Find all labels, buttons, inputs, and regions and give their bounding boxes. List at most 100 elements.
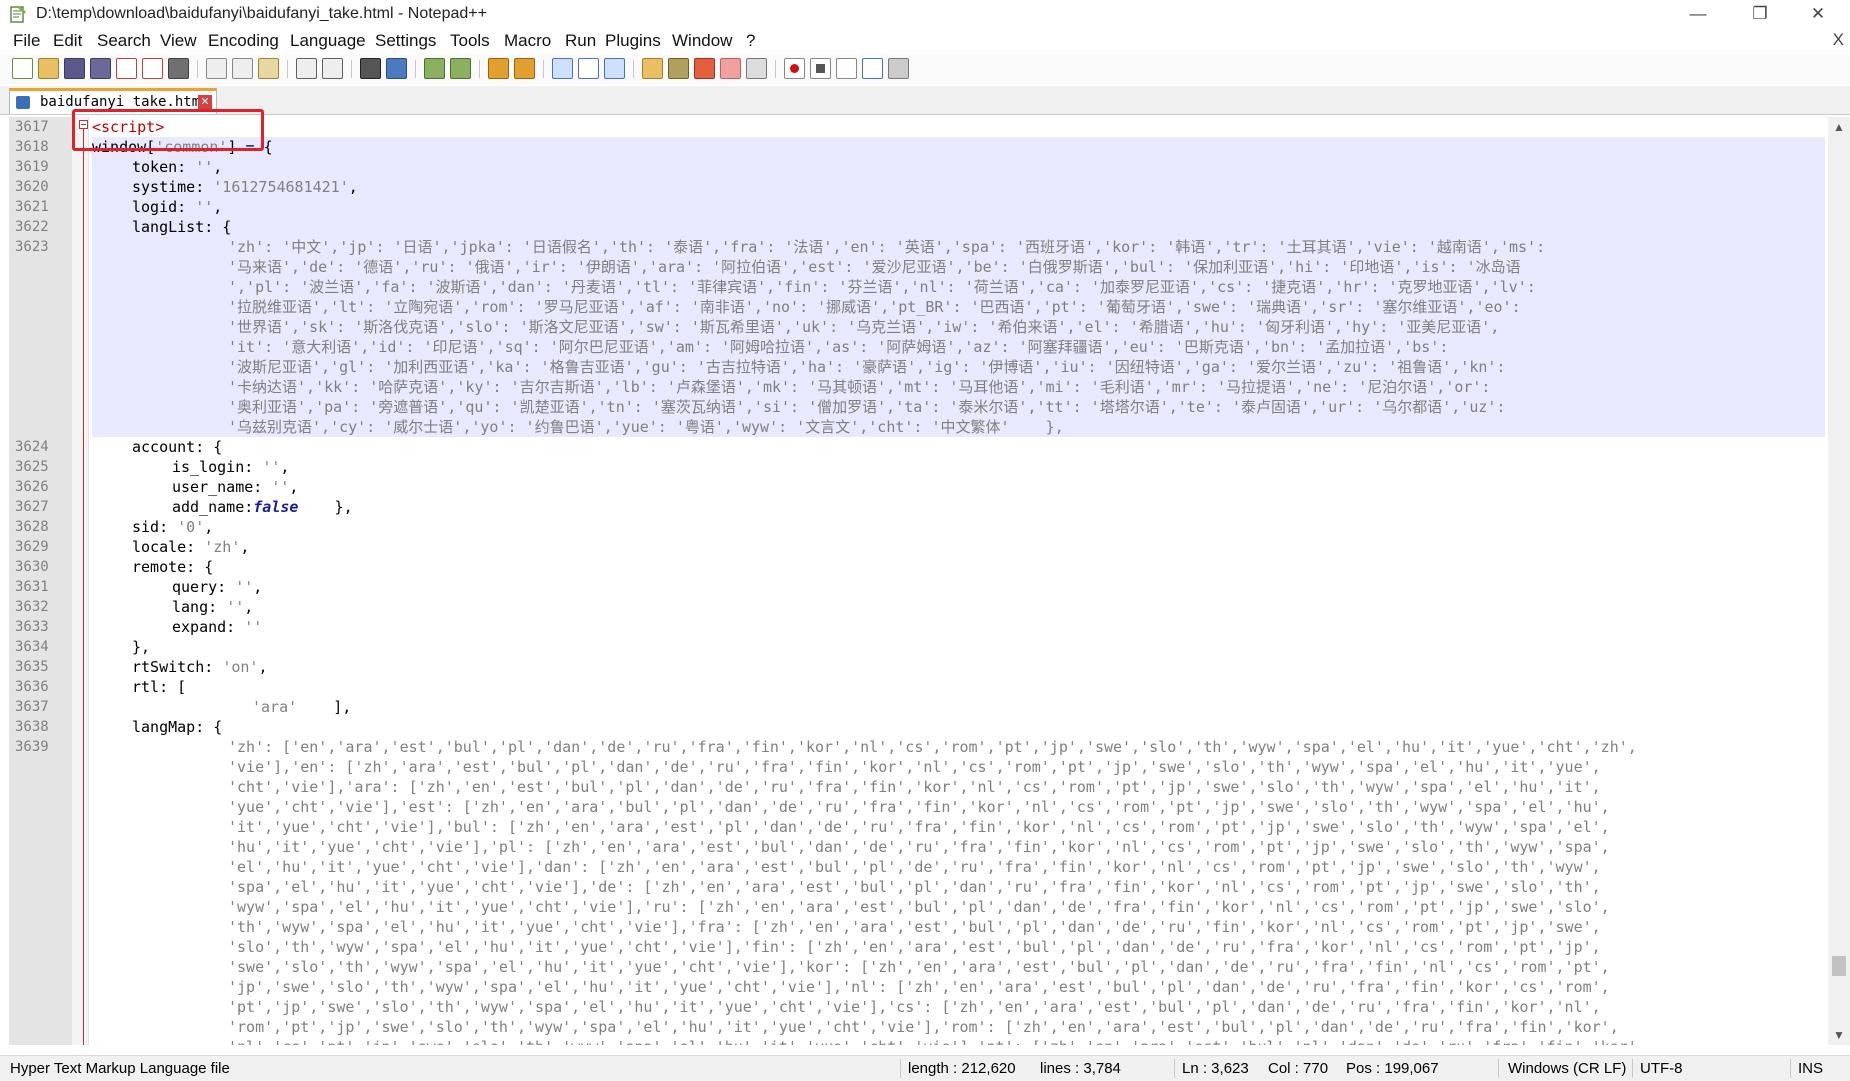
tab-baidufanyi-take[interactable]: baidufanyi_take.html ✕ [9,88,217,114]
scroll-up-icon[interactable]: ▲ [1828,117,1850,137]
cut-icon[interactable] [206,58,227,79]
code-line: add_name:false }, [172,498,353,516]
code-line: query: '', [172,578,263,596]
line-number: 3636 [15,679,49,695]
paste-icon[interactable] [258,58,279,79]
menu-run[interactable]: Run [565,31,596,51]
replace-icon[interactable] [386,58,407,79]
close-icon[interactable] [116,58,137,79]
status-lines: lines : 3,784 [1040,1060,1121,1077]
undo-icon[interactable] [296,58,317,79]
line-number: 3617 [15,119,49,135]
function-list-icon[interactable] [694,58,715,79]
toolbar [0,54,1850,84]
monitoring-icon[interactable] [746,58,767,79]
code-line: 'swe','slo','th','wyw','spa','el','hu','… [228,958,1610,976]
code-line: '卡纳达语','kk': '哈萨克语','ky': '吉尔吉斯语','lb': … [92,377,1825,397]
open-file-icon[interactable] [38,58,59,79]
line-number: 3638 [15,719,49,735]
close-all-icon[interactable] [142,58,163,79]
code-line: lang: '', [172,598,254,616]
record-macro-icon[interactable] [784,58,805,79]
vertical-scrollbar[interactable]: ▲ ▼ [1828,117,1850,1045]
line-number: 3623 [15,239,49,255]
play-macro-icon[interactable] [836,58,857,79]
code-line: is_login: '', [172,458,290,476]
line-number: 3621 [15,199,49,215]
code-line: 'slo','th','wyw','spa','el','hu','it','y… [228,938,1601,956]
menu-help[interactable]: ? [746,31,755,51]
menu-file[interactable]: File [13,31,40,51]
find-icon[interactable] [360,58,381,79]
menu-search[interactable]: Search [97,31,151,51]
copy-icon[interactable] [232,58,253,79]
print-icon[interactable] [168,58,189,79]
save-icon[interactable] [64,58,85,79]
sync-vertical-icon[interactable] [488,58,509,79]
line-number: 3633 [15,619,49,635]
menu-view[interactable]: View [160,31,197,51]
show-all-chars-icon[interactable] [578,58,599,79]
code-line: 'spa','el','hu','it','yue','cht','vie'],… [228,878,1601,896]
sync-horizontal-icon[interactable] [514,58,535,79]
code-line: langList: { [92,217,1825,237]
code-line: <script> [92,118,165,136]
user-language-icon[interactable] [642,58,663,79]
menu-plugins[interactable]: Plugins [605,31,661,51]
word-wrap-icon[interactable] [552,58,573,79]
status-eol[interactable]: Windows (CR LF) [1508,1060,1626,1077]
menu-encoding[interactable]: Encoding [208,31,279,51]
code-line: '乌兹别克语','cy': '威尔士语','yo': '约鲁巴语','yue':… [92,417,1825,437]
line-number: 3630 [15,559,49,575]
run-macro-multiple-icon[interactable] [862,58,883,79]
code-line: 'rom','pt','jp','swe','slo','th','wyw','… [228,1018,1619,1036]
window-title: D:\temp\download\baidufanyi\baidufanyi_t… [36,5,487,22]
tab-label: baidufanyi_take.html [40,94,209,110]
code-line: 'pt','jp','swe','slo','th','wyw','spa','… [228,998,1601,1016]
menu-language[interactable]: Language [290,31,366,51]
indent-guide-icon[interactable] [604,58,625,79]
status-line: Ln : 3,623 [1182,1060,1249,1077]
scroll-down-icon[interactable]: ▼ [1828,1025,1850,1045]
code-line: sid: '0', [132,518,214,536]
scroll-thumb[interactable] [1832,956,1846,976]
menu-settings[interactable]: Settings [375,31,436,51]
line-number: 3627 [15,499,49,515]
code-line: 'vie'],'en': ['zh','ara','est','bul','pl… [228,758,1601,776]
folder-workspace-icon[interactable] [720,58,741,79]
save-all-icon[interactable] [90,58,111,79]
line-number: 3625 [15,459,49,475]
code-area[interactable]: <script> window['common'] = { token: '',… [92,117,1825,1045]
close-window-button[interactable]: ✕ [1790,2,1846,26]
menu-macro[interactable]: Macro [504,31,551,51]
line-number: 3624 [15,439,49,455]
tab-close-icon[interactable]: ✕ [198,95,212,109]
code-line: remote: { [132,558,214,576]
save-macro-icon[interactable] [888,58,909,79]
line-number: 3619 [15,159,49,175]
code-line: window['common'] = { [92,137,1825,157]
line-number: 3639 [15,739,49,755]
code-line: expand: '' [172,618,263,636]
saved-file-icon [16,96,30,109]
status-encoding[interactable]: UTF-8 [1640,1060,1683,1077]
fold-toggle-icon[interactable] [79,120,88,129]
code-line: 'yue','cht','vie'],'est': ['zh','en','ar… [228,798,1610,816]
minimize-button[interactable]: — [1670,2,1726,26]
zoom-out-icon[interactable] [450,58,471,79]
document-map-icon[interactable] [668,58,689,79]
code-line: 'nl','cs','pt','jp','swe','slo','th','wy… [92,1037,1646,1045]
menu-edit[interactable]: Edit [53,31,82,51]
menu-window[interactable]: Window [672,31,732,51]
notepadpp-icon [10,6,26,23]
code-line: 'cht','vie'],'ara': ['zh','en','est','bu… [228,778,1601,796]
maximize-button[interactable]: ❐ [1732,2,1788,26]
close-document-button[interactable]: X [1833,30,1844,50]
menu-tools[interactable]: Tools [450,31,490,51]
stop-macro-icon[interactable] [810,58,831,79]
zoom-in-icon[interactable] [424,58,445,79]
redo-icon[interactable] [322,58,343,79]
fold-margin[interactable] [72,117,89,1045]
new-file-icon[interactable] [12,58,33,79]
code-editor[interactable]: 3617 3618 3619 3620 3621 3622 3623 3624 3625 3626… [9,117,1825,1045]
